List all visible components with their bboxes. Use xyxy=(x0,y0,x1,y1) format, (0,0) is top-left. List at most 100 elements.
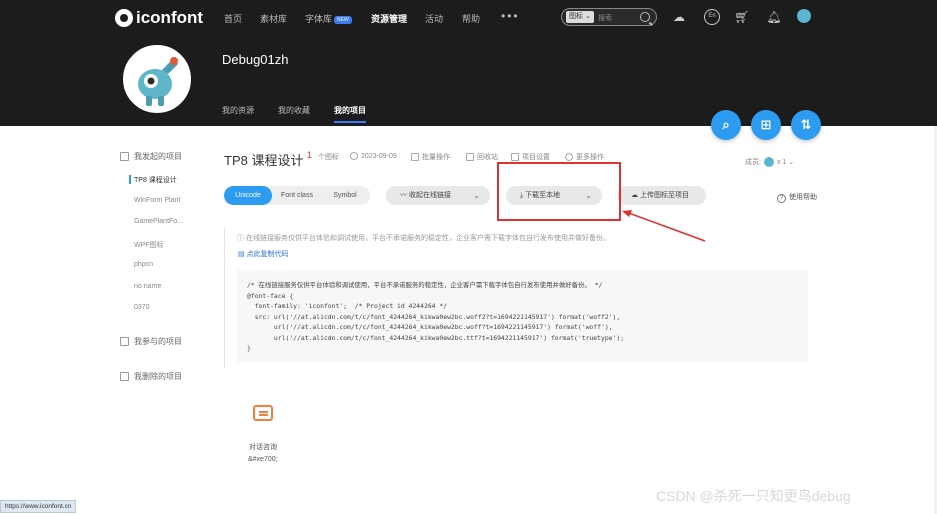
tab-my-resources[interactable]: 我的资源 xyxy=(222,105,254,116)
upload-icon: ☁ xyxy=(631,192,638,199)
code-block[interactable]: /* 在线链接服务仅供平台体验和调试使用，平台不承诺服务的稳定性，企业客户需下载… xyxy=(237,270,808,362)
nav-resource-manage[interactable]: 资源管理 xyxy=(371,12,407,25)
upload-cloud-icon[interactable]: ☁ xyxy=(671,9,687,25)
format-fontclass-button[interactable]: Font class xyxy=(274,186,320,205)
sidebar-group-label: 我参与的项目 xyxy=(134,337,182,346)
project-date: 2023-09-09 xyxy=(350,152,397,160)
annotation-arrow-icon xyxy=(622,210,706,242)
code-line: url('//at.alicdn.com/t/c/font_4244264_ki… xyxy=(247,333,625,342)
project-title: TP8 课程设计 xyxy=(224,153,304,168)
code-line: /* 在线链接服务仅供平台体验和调试使用，平台不承诺服务的稳定性，企业客户需下载… xyxy=(247,281,603,289)
mascot-avatar-icon xyxy=(126,48,188,110)
icon-card-label: 对话咨询 xyxy=(249,444,277,451)
code-line: url('//at.alicdn.com/t/c/font_4244264_ki… xyxy=(247,323,613,331)
batch-icon xyxy=(411,153,419,162)
sidebar-group-label: 我删除的项目 xyxy=(134,372,182,381)
recycle-label: 回收站 xyxy=(477,154,498,161)
avatar xyxy=(123,45,191,113)
sidebar-item-wpf[interactable]: WPF图标 xyxy=(134,240,164,250)
code-line: } xyxy=(247,344,251,352)
online-link-toggle[interactable]: 〰 收起在线链接 ⌄ xyxy=(386,186,490,205)
icon-count: 1 xyxy=(307,150,313,160)
upload-label: 上传图标至项目 xyxy=(639,192,689,199)
format-unicode-button[interactable]: Unicode xyxy=(224,186,272,205)
question-icon: ? xyxy=(777,194,786,203)
project-settings-label: 项目设置 xyxy=(522,154,550,161)
watermark: CSDN @杀死一只知更鸟debug xyxy=(656,488,851,504)
sidebar-group-joined[interactable]: 我参与的项目 xyxy=(120,336,182,347)
search-type-select[interactable]: 图标 ⌄ xyxy=(566,11,594,23)
more-icon xyxy=(565,153,573,162)
batch-ops-link[interactable]: 批量操作 xyxy=(411,152,450,162)
copy-code-link[interactable]: ▤ 点此复制代码 xyxy=(238,249,289,259)
project-settings-link[interactable]: 项目设置 xyxy=(511,152,550,162)
help-link[interactable]: ? 使用帮助 xyxy=(777,192,817,203)
logo[interactable]: iconfont xyxy=(115,8,203,28)
iconfont-logo-icon xyxy=(115,9,133,27)
link-icon: 〰 xyxy=(400,192,407,199)
code-line: src: url('//at.alicdn.com/t/c/font_42442… xyxy=(247,312,621,321)
notice-text: ⓘ 在线链接服务仅供平台体验和调试使用，平台不承诺服务的稳定性，企业客户需下载字… xyxy=(237,235,610,242)
online-link-label: 收起在线链接 xyxy=(408,192,451,199)
code-line: @font-face { xyxy=(247,291,294,300)
new-badge: NEW xyxy=(334,15,352,24)
divider xyxy=(224,228,225,368)
help-label: 使用帮助 xyxy=(789,194,817,201)
upload-icons-button[interactable]: ☁ 上传图标至项目 xyxy=(617,186,706,205)
sidebar-item-phpcn[interactable]: phpcn xyxy=(134,261,153,268)
logo-text: iconfont xyxy=(136,8,204,27)
username: Debug01zh xyxy=(222,52,289,67)
icon-card-code: &#xe700; xyxy=(248,456,278,463)
copy-code-label: 点此复制代码 xyxy=(246,251,289,258)
search-fab-button[interactable]: ⌕ xyxy=(711,110,741,140)
sidebar-item-winform[interactable]: WinForm Plant xyxy=(134,197,180,204)
nav-home[interactable]: 首页 xyxy=(224,12,242,25)
project-date-text: 2023-09-09 xyxy=(361,152,397,160)
cart-icon[interactable]: 🛒︎ xyxy=(734,9,750,25)
search-box[interactable]: 图标 ⌄ 搜索 xyxy=(561,8,657,26)
more-menu-icon[interactable]: ••• xyxy=(501,9,520,23)
search-input[interactable]: 搜索 xyxy=(598,13,612,23)
search-icon[interactable] xyxy=(640,12,650,22)
edit-icon xyxy=(511,153,519,162)
nav-fonts[interactable]: 字体库 NEW xyxy=(305,12,352,25)
sidebar-group-started[interactable]: 我发起的项目 xyxy=(120,151,182,162)
nav-materials[interactable]: 素材库 xyxy=(260,12,287,25)
folder-icon xyxy=(120,372,129,381)
sort-button[interactable]: ⇅ xyxy=(791,110,821,140)
recycle-bin-link[interactable]: 回收站 xyxy=(466,152,498,162)
nav-activity[interactable]: 活动 xyxy=(425,12,443,25)
members-count: x 1 xyxy=(776,159,787,166)
more-ops-label: 更多操作 xyxy=(576,154,604,161)
more-ops-link[interactable]: 更多操作 xyxy=(565,152,604,162)
chevron-down-icon: ⌄ xyxy=(473,191,480,200)
top-nav: iconfont 首页 素材库 字体库 NEW 资源管理 活动 帮助 ••• 图标… xyxy=(0,0,937,36)
nav-fonts-label: 字体库 xyxy=(305,14,333,24)
language-icon[interactable]: En xyxy=(704,9,720,25)
member-avatar xyxy=(763,157,774,168)
header: iconfont 首页 素材库 字体库 NEW 资源管理 活动 帮助 ••• 图标… xyxy=(0,0,937,126)
notice-content: 在线链接服务仅供平台体验和调试使用，平台不承诺服务的稳定性，企业客户需下载字体包… xyxy=(245,235,610,242)
format-switch: Unicode Font class Symbol xyxy=(224,186,370,205)
trash-icon xyxy=(466,153,474,162)
sidebar-item-0370[interactable]: 0370 xyxy=(134,304,150,311)
sidebar-item-tp8[interactable]: TP8 课程设计 xyxy=(129,175,177,185)
tab-my-favorites[interactable]: 我的收藏 xyxy=(278,105,310,116)
folder-icon xyxy=(120,152,129,161)
sidebar-item-gameplant[interactable]: GamePlantFo... xyxy=(134,218,183,225)
add-project-button[interactable]: ⊞ xyxy=(751,110,781,140)
members[interactable]: 成员: x 1 ⌄ xyxy=(745,157,794,168)
page: iconfont 首页 素材库 字体库 NEW 资源管理 活动 帮助 ••• 图标… xyxy=(0,0,937,514)
code-line: font-family: 'iconfont'; /* Project id 4… xyxy=(247,302,448,310)
nav-help[interactable]: 帮助 xyxy=(462,12,480,25)
tab-my-projects[interactable]: 我的项目 xyxy=(334,105,366,123)
sidebar-group-deleted[interactable]: 我删除的项目 xyxy=(120,371,182,382)
icon-count-suffix: 个图标 xyxy=(318,154,339,161)
batch-ops-label: 批量操作 xyxy=(422,154,450,161)
sidebar-item-no-name[interactable]: no name xyxy=(134,283,161,290)
chat-icon[interactable] xyxy=(253,405,273,421)
sidebar-group-label: 我发起的项目 xyxy=(134,152,182,161)
user-avatar-icon[interactable] xyxy=(797,9,811,23)
format-symbol-button[interactable]: Symbol xyxy=(322,186,368,205)
bell-icon[interactable]: 🔔︎ xyxy=(766,9,782,25)
